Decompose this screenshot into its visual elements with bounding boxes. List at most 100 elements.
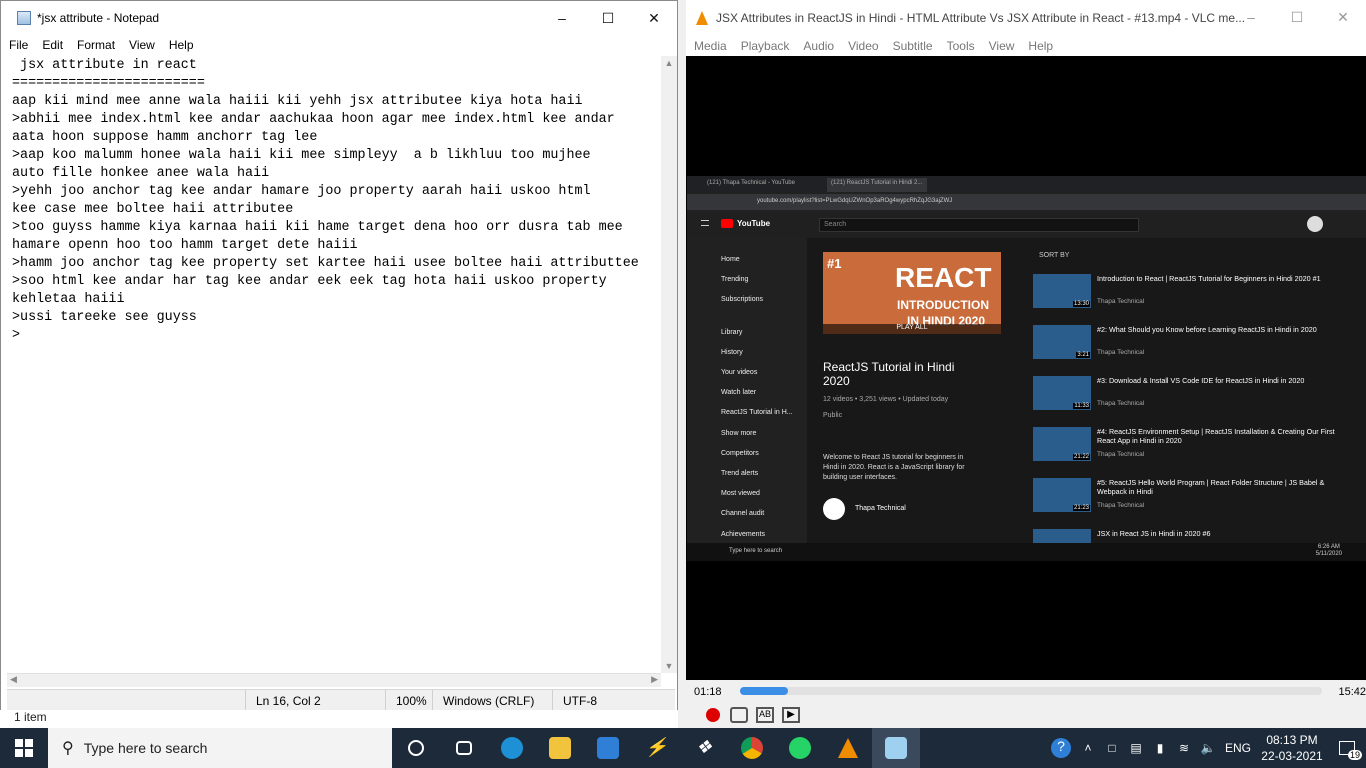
youtube-search-input[interactable]: Search <box>819 218 1139 232</box>
sidebar-item-achievements[interactable]: Achievements <box>721 525 807 545</box>
video-title[interactable]: #5: ReactJS Hello World Program | React … <box>1097 478 1337 496</box>
playlist-thumbnail[interactable]: #1 REACT INTRODUCTION IN HINDI 2020 PLAY… <box>823 252 1001 334</box>
playlist-video-row[interactable]: 11:33 #3: Download & Install VS Code IDE… <box>1033 376 1353 422</box>
youtube-logo-icon[interactable] <box>721 219 733 228</box>
video-title[interactable]: #2: What Should you Know before Learning… <box>1097 325 1337 334</box>
sidebar-item-your-videos[interactable]: Your videos <box>721 363 807 383</box>
app-bolt-icon[interactable]: ⚡ <box>632 728 680 768</box>
video-thumbnail[interactable]: 13:30 <box>1033 274 1091 308</box>
playlist-video-row[interactable]: 21:23 #5: ReactJS Hello World Program | … <box>1033 478 1353 524</box>
channel-name[interactable]: Thapa Technical <box>855 505 906 512</box>
sidebar-item-trend-alerts[interactable]: Trend alerts <box>721 464 807 484</box>
play-all-button[interactable]: PLAY ALL <box>823 324 1001 334</box>
snapshot-icon[interactable] <box>730 707 748 723</box>
playlist-video-row[interactable]: 3:21 #2: What Should you Know before Lea… <box>1033 325 1353 371</box>
chrome-icon[interactable] <box>728 728 776 768</box>
volume-icon[interactable]: 🔈 <box>1196 728 1220 768</box>
sidebar-item-competitors[interactable]: Competitors <box>721 444 807 464</box>
scroll-left-arrow-icon[interactable]: ◀ <box>10 674 17 685</box>
vlc-menu-tools[interactable]: Tools <box>947 39 975 53</box>
sidebar-item-most-viewed[interactable]: Most viewed <box>721 484 807 504</box>
minimize-button[interactable]: – <box>539 1 585 35</box>
vlc-close-button[interactable]: ✕ <box>1320 0 1366 34</box>
language-indicator[interactable]: ENG <box>1220 741 1256 755</box>
address-bar[interactable]: youtube.com/playlist?list=PLwGdqUZWnOp3a… <box>687 194 1366 210</box>
browser-tab-active[interactable]: (121) ReactJS Tutorial in Hindi 2... <box>827 178 927 192</box>
taskbar-search-box[interactable]: ⚲ Type here to search <box>48 728 392 768</box>
frame-step-icon[interactable]: ▶ <box>782 707 800 723</box>
vlc-menu-subtitle[interactable]: Subtitle <box>893 39 933 53</box>
clock[interactable]: 08:13 PM 22-03-2021 <box>1256 732 1328 764</box>
vlc-maximize-button[interactable]: ☐ <box>1274 0 1320 34</box>
wifi-icon[interactable]: ≋ <box>1172 728 1196 768</box>
edge-icon[interactable] <box>488 728 536 768</box>
browser-tab[interactable]: (121) Thapa Technical - YouTube <box>707 180 795 186</box>
menu-format[interactable]: Format <box>71 38 121 52</box>
whatsapp-icon[interactable] <box>776 728 824 768</box>
video-title[interactable]: #4: ReactJS Environment Setup | ReactJS … <box>1097 427 1337 445</box>
help-icon[interactable]: ? <box>1046 728 1076 768</box>
video-thumbnail[interactable]: 21:22 <box>1033 427 1091 461</box>
video-title[interactable]: JSX in React JS in Hindi in 2020 #6 <box>1097 529 1337 538</box>
seek-slider[interactable] <box>740 687 1322 695</box>
dropbox-icon[interactable]: ❖ <box>680 728 728 768</box>
sidebar-item-show-more[interactable]: Show more <box>721 424 807 444</box>
privacy-dropdown[interactable]: Public <box>823 412 842 419</box>
sidebar-item-trending[interactable]: Trending <box>721 270 807 290</box>
mail-icon[interactable] <box>584 728 632 768</box>
vlc-taskbar-icon[interactable] <box>824 728 872 768</box>
network-adapter-icon[interactable]: ▤ <box>1124 728 1148 768</box>
sidebar-item-channel-audit[interactable]: Channel audit <box>721 504 807 524</box>
vlc-titlebar[interactable]: JSX Attributes in ReactJS in Hindi - HTM… <box>686 0 1366 36</box>
video-title[interactable]: #3: Download & Install VS Code IDE for R… <box>1097 376 1337 385</box>
menu-file[interactable]: File <box>3 38 34 52</box>
vlc-menu-help[interactable]: Help <box>1028 39 1053 53</box>
playlist-video-row[interactable]: 13:30 Introduction to React | ReactJS Tu… <box>1033 274 1353 320</box>
sort-by-button[interactable]: SORT BY <box>1039 252 1069 259</box>
video-thumbnail[interactable]: 3:21 <box>1033 325 1091 359</box>
horizontal-scrollbar[interactable]: ◀ ▶ <box>7 673 661 687</box>
channel-avatar[interactable] <box>823 498 845 520</box>
notepad-titlebar[interactable]: *jsx attribute - Notepad – ☐ ✕ <box>1 1 677 35</box>
menu-help[interactable]: Help <box>163 38 200 52</box>
sidebar-item-library[interactable]: Library <box>721 323 807 343</box>
cortana-icon[interactable] <box>392 728 440 768</box>
vlc-menu-view[interactable]: View <box>989 39 1015 53</box>
sidebar-item-watch-later[interactable]: Watch later <box>721 383 807 403</box>
maximize-button[interactable]: ☐ <box>585 1 631 35</box>
menu-view[interactable]: View <box>123 38 161 52</box>
notepad-taskbar-icon[interactable] <box>872 728 920 768</box>
sidebar-item-playlist[interactable]: ReactJS Tutorial in H... <box>721 403 807 423</box>
scroll-up-arrow-icon[interactable]: ▲ <box>661 58 677 68</box>
start-button[interactable] <box>0 728 48 768</box>
battery-icon[interactable]: ▮ <box>1148 728 1172 768</box>
vlc-menu-video[interactable]: Video <box>848 39 878 53</box>
vlc-menu-audio[interactable]: Audio <box>803 39 834 53</box>
file-explorer-icon[interactable] <box>536 728 584 768</box>
sidebar-item-history[interactable]: History <box>721 343 807 363</box>
hamburger-menu-icon[interactable] <box>701 220 709 226</box>
scroll-right-arrow-icon[interactable]: ▶ <box>651 674 658 685</box>
loop-ab-icon[interactable]: AB <box>756 707 774 723</box>
video-thumbnail[interactable]: 21:23 <box>1033 478 1091 512</box>
chevron-up-icon[interactable]: ˄ <box>1076 728 1100 768</box>
video-thumbnail[interactable]: 11:33 <box>1033 376 1091 410</box>
notification-center-icon[interactable]: 19 <box>1328 728 1366 768</box>
vlc-minimize-button[interactable]: – <box>1228 0 1274 34</box>
menu-edit[interactable]: Edit <box>36 38 69 52</box>
scroll-down-arrow-icon[interactable]: ▼ <box>661 661 677 671</box>
record-icon[interactable] <box>706 708 720 722</box>
sidebar-item-home[interactable]: Home <box>721 250 807 270</box>
text-line: >too guyss hamme kiya karnaa haii kii ha… <box>12 220 623 235</box>
close-button[interactable]: ✕ <box>631 1 677 35</box>
vlc-menu-media[interactable]: Media <box>694 39 727 53</box>
device-icon[interactable]: □ <box>1100 728 1124 768</box>
sidebar-item-subscriptions[interactable]: Subscriptions <box>721 290 807 310</box>
vertical-scrollbar[interactable]: ▲ ▼ <box>661 56 677 673</box>
notepad-text-area[interactable]: jsx attribute in react ==================… <box>7 56 659 673</box>
task-view-icon[interactable] <box>440 728 488 768</box>
avatar[interactable] <box>1307 216 1323 232</box>
video-title[interactable]: Introduction to React | ReactJS Tutorial… <box>1097 274 1337 283</box>
playlist-video-row[interactable]: 21:22 #4: ReactJS Environment Setup | Re… <box>1033 427 1353 473</box>
vlc-menu-playback[interactable]: Playback <box>741 39 790 53</box>
